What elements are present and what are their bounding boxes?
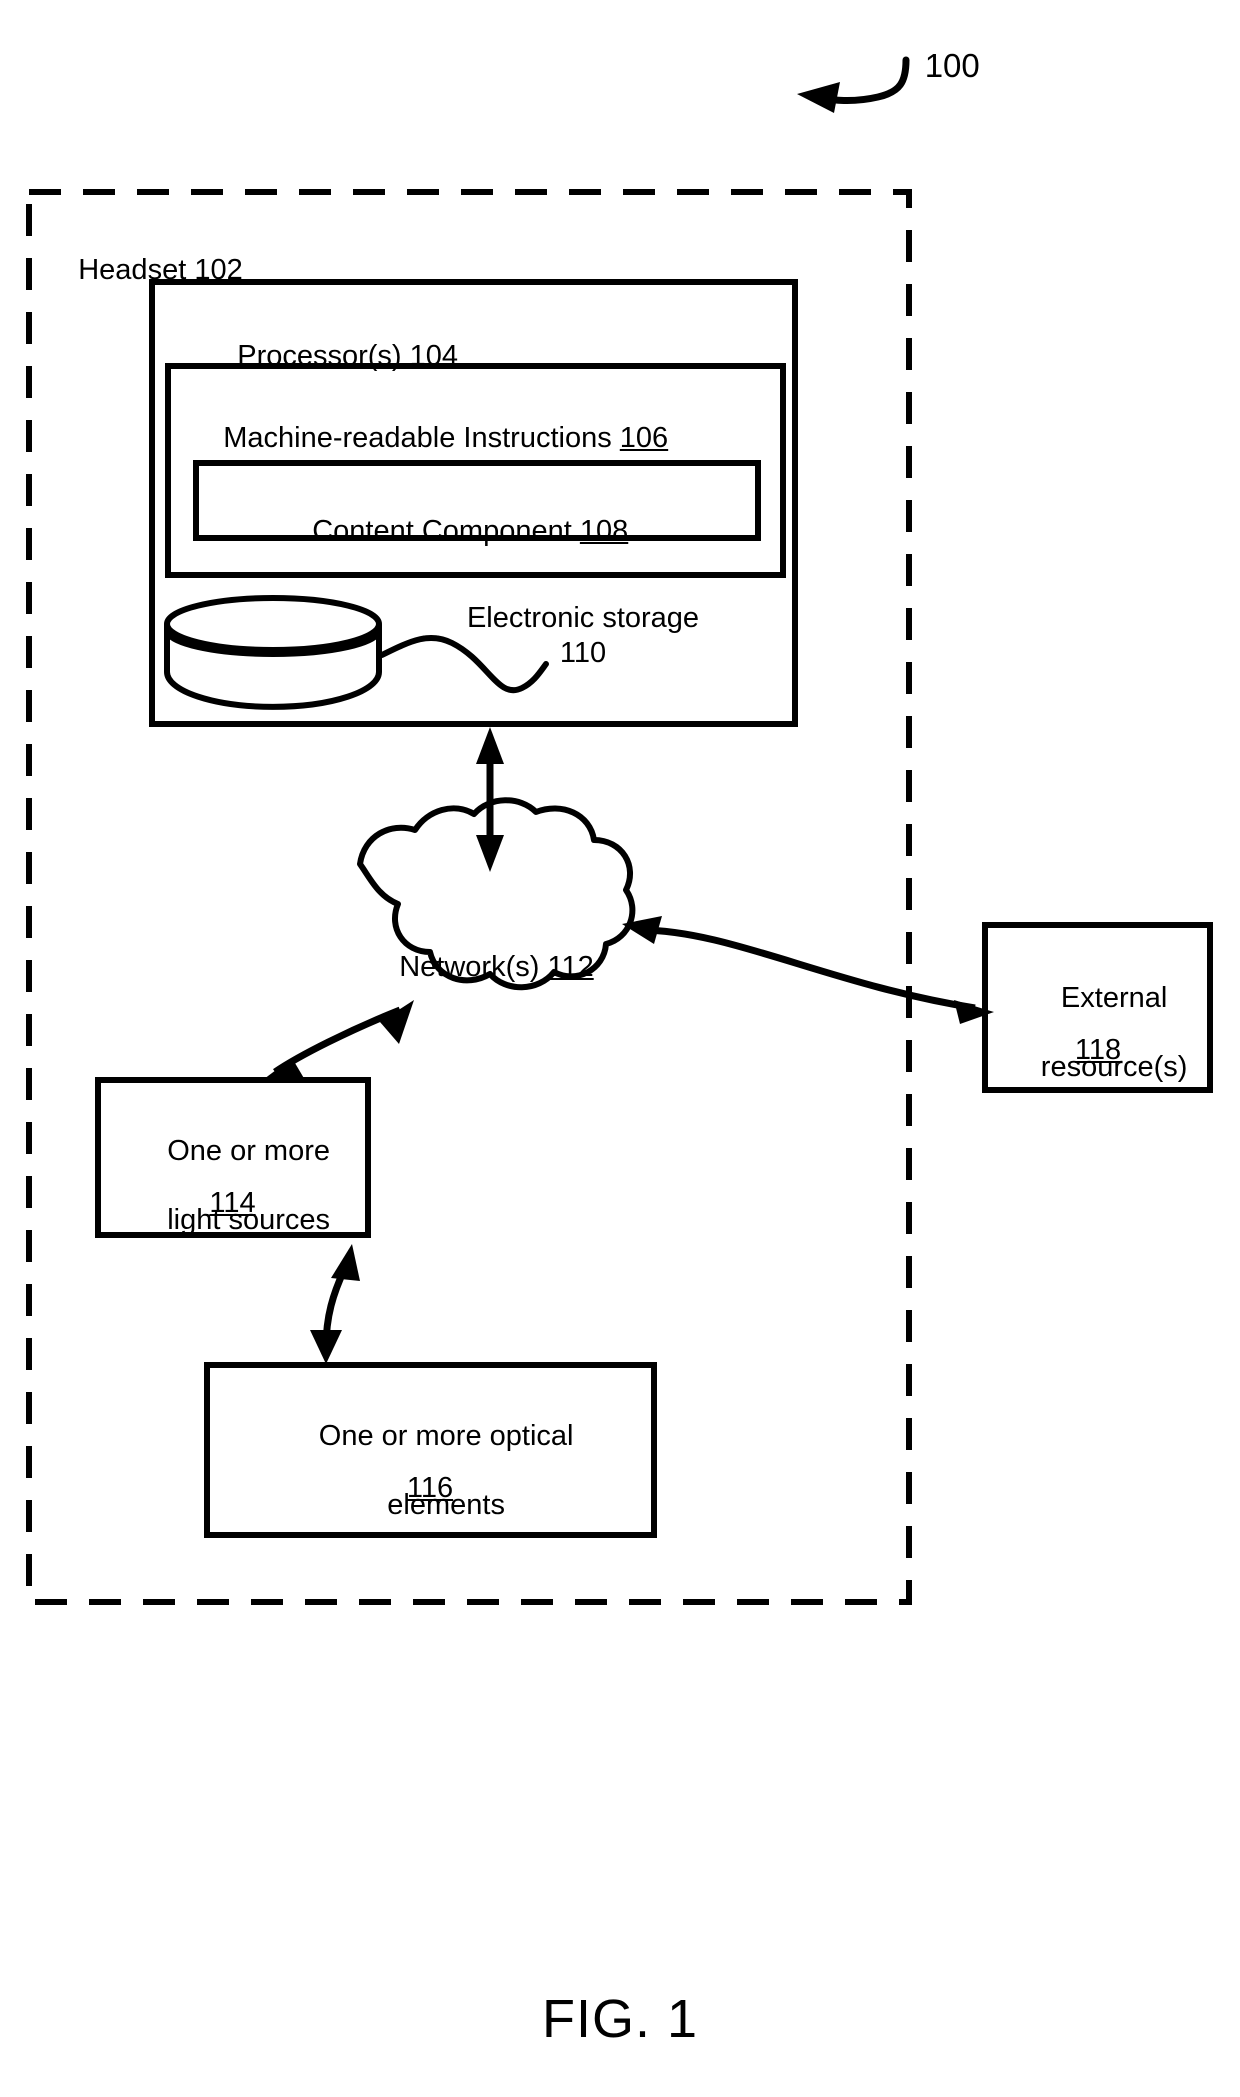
electronic-storage-ref: 110 [559,637,607,669]
external-resources-line1: External [1060,982,1168,1015]
content-component-label: Content Component 108 [312,515,629,548]
electronic-storage-label: Electronic storage [466,602,700,634]
light-sources-ref: 114 [209,1187,256,1219]
light-sources-line1: One or more [167,1135,331,1168]
external-resources-ref: 118 [1074,1034,1122,1066]
headset-ref: 102 [194,254,243,287]
figure-caption: FIG. 1 [541,1989,699,2049]
patent-figure: 100 Headset 102 Processor(s) 104 Machine… [0,0,1240,2097]
electronic-storage-cylinder [164,595,382,710]
arrow-network-external [622,916,994,1024]
content-component-ref: 108 [579,515,629,548]
machine-readable-instructions-label: Machine-readable Instructions 106 [223,422,669,455]
network-ref: 112 [547,951,594,984]
optical-elements-ref: 116 [406,1472,454,1504]
processor-ref: 104 [409,340,459,373]
machine-readable-instructions-ref: 106 [619,422,669,455]
optical-elements-line1: One or more optical [318,1420,574,1453]
system-ref-label: 100 [924,46,980,84]
network-label: Network(s) 112 [399,951,594,984]
